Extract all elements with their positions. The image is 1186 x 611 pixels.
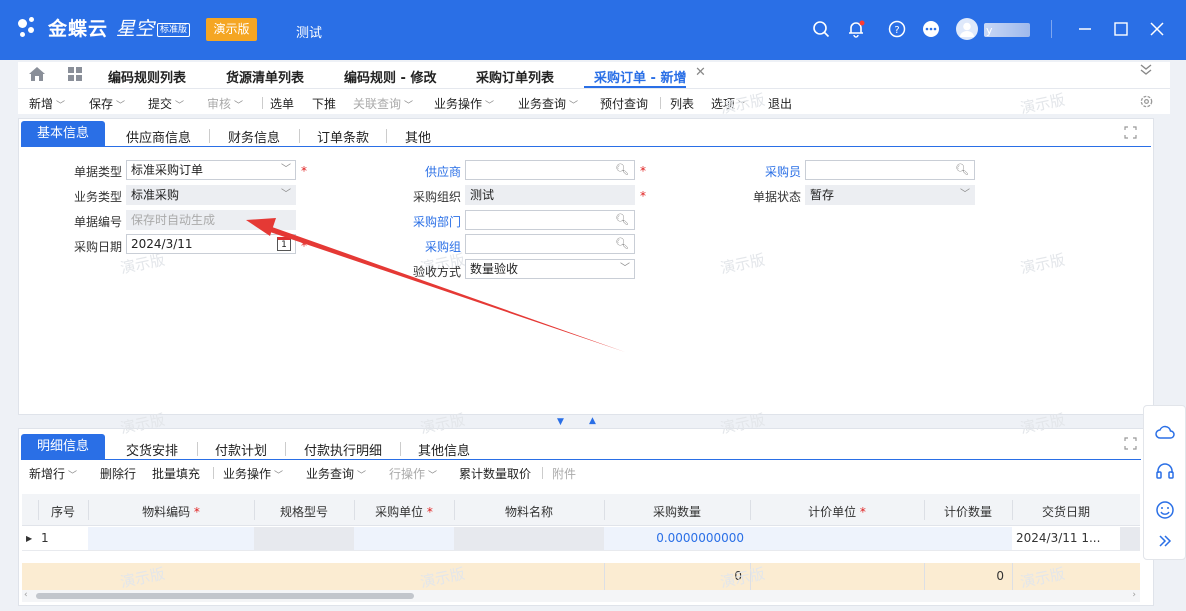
col-divider — [88, 500, 89, 520]
sum-purchase-qty: 0 — [734, 569, 742, 583]
row-operation-button[interactable]: 行操作 ﹀ — [389, 465, 437, 482]
delete-row-button[interactable]: 删除行 — [100, 465, 136, 482]
headset-icon[interactable] — [1154, 460, 1176, 482]
delivery-date-cell[interactable]: 2024/3/11 1... — [1012, 527, 1120, 550]
col-divider — [1012, 500, 1013, 520]
detail-biz-query-button[interactable]: 业务查询 ﹀ — [306, 465, 366, 482]
tab-divider — [285, 442, 286, 456]
tab-line — [21, 459, 1141, 460]
table-row[interactable]: ▶ 1 0.0000000000 2024/3/11 1... — [22, 527, 1140, 551]
col-price-unit[interactable]: 计价单位 * — [750, 503, 924, 520]
extra-cell — [1120, 527, 1140, 550]
material-name-cell — [454, 527, 604, 550]
add-row-button[interactable]: 新增行 ﹀ — [29, 465, 77, 482]
collapse-down-icon[interactable]: ▼ — [557, 417, 564, 427]
col-divider — [38, 500, 39, 520]
purchase-unit-cell[interactable] — [354, 527, 454, 550]
tab-divider — [400, 442, 401, 456]
col-divider — [924, 500, 925, 520]
tab-payment-plan[interactable]: 付款计划 — [215, 440, 267, 459]
col-delivery-date[interactable]: 交货日期 — [1012, 503, 1120, 520]
price-unit-cell[interactable] — [750, 527, 924, 550]
scroll-left-icon: ‹ — [24, 590, 28, 600]
col-spec[interactable]: 规格型号 — [254, 503, 354, 520]
row-pointer-icon: ▶ — [26, 534, 33, 543]
cumulative-price-button[interactable]: 累计数量取价 — [459, 465, 531, 482]
spec-cell — [254, 527, 354, 550]
toolbar-divider — [542, 467, 543, 479]
toolbar-divider — [213, 467, 214, 479]
smile-icon[interactable] — [1154, 499, 1176, 521]
col-price-qty[interactable]: 计价数量 — [924, 503, 1012, 520]
expand-right-icon[interactable] — [1154, 530, 1176, 552]
collapse-up-icon[interactable]: ▲ — [589, 416, 596, 426]
batch-fill-button[interactable]: 批量填充 — [152, 465, 200, 482]
cloud-icon[interactable] — [1154, 421, 1176, 443]
scroll-right-icon: › — [1132, 590, 1136, 600]
purchase-qty-cell[interactable]: 0.0000000000 — [604, 527, 750, 550]
tab-detail-info[interactable]: 明细信息 — [21, 434, 105, 459]
tab-payment-execution[interactable]: 付款执行明细 — [304, 440, 382, 459]
tab-other-info[interactable]: 其他信息 — [418, 440, 470, 459]
row-seq: 1 — [41, 531, 49, 545]
col-divider — [354, 500, 355, 520]
price-qty-cell[interactable] — [924, 527, 1012, 550]
col-divider — [454, 500, 455, 520]
tab-divider — [197, 442, 198, 456]
col-purchase-unit[interactable]: 采购单位 * — [354, 503, 454, 520]
sum-price-qty: 0 — [996, 569, 1004, 583]
horizontal-scrollbar[interactable]: ‹ › — [22, 590, 1140, 602]
col-material-name[interactable]: 物料名称 — [454, 503, 604, 520]
attachment-button[interactable]: 附件 — [552, 465, 576, 482]
col-divider — [254, 500, 255, 520]
grid-header: 序号 物料编码 * 规格型号 采购单位 * 物料名称 采购数量 计价单位 * 计… — [22, 494, 1140, 526]
tab-delivery-schedule[interactable]: 交货安排 — [126, 440, 178, 459]
col-divider — [750, 500, 751, 520]
floating-side-bar — [1143, 405, 1186, 560]
detail-biz-operation-button[interactable]: 业务操作 ﹀ — [223, 465, 283, 482]
scrollbar-thumb[interactable] — [36, 593, 414, 599]
col-purchase-qty[interactable]: 采购数量 — [604, 503, 750, 520]
summary-row: 0 0 — [22, 563, 1140, 590]
col-divider — [604, 500, 605, 520]
material-code-cell[interactable] — [88, 527, 254, 550]
col-material-code[interactable]: 物料编码 * — [88, 503, 254, 520]
fullscreen-icon[interactable] — [1124, 437, 1137, 453]
col-seq[interactable]: 序号 — [38, 503, 88, 520]
